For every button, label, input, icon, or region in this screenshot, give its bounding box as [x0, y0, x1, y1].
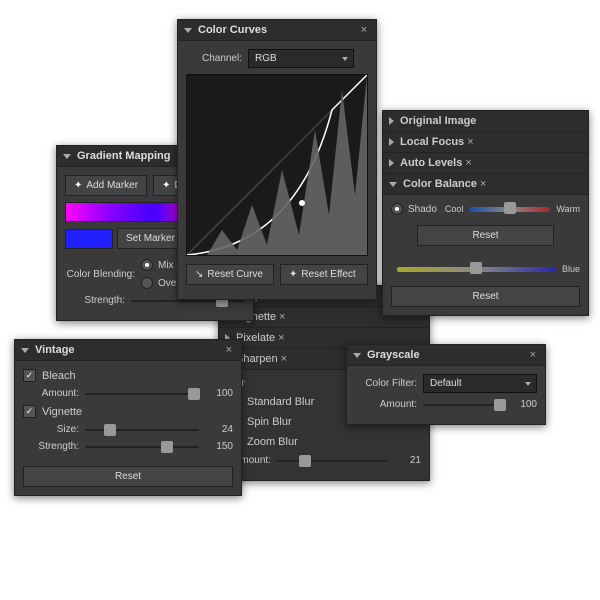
- panel-header[interactable]: Grayscale ×: [347, 345, 545, 366]
- slider-value: 21: [393, 455, 421, 466]
- chevron-right-icon: [389, 138, 394, 146]
- reset-curve-button[interactable]: ↘ Reset Curve: [186, 264, 274, 285]
- accordion-auto-levels[interactable]: Auto Levels ×: [383, 153, 588, 174]
- slider-value: 100: [205, 388, 233, 399]
- checkbox-label: Bleach: [42, 370, 76, 382]
- close-icon[interactable]: ×: [358, 24, 370, 36]
- chevron-right-icon: [389, 159, 394, 167]
- close-icon[interactable]: ×: [276, 311, 288, 323]
- blur-amount-slider[interactable]: 21: [277, 455, 421, 466]
- close-icon[interactable]: ×: [527, 349, 539, 361]
- overlay-radio[interactable]: [141, 277, 153, 289]
- blur-label: Standard Blur: [247, 396, 314, 408]
- slider-value: 24: [205, 424, 233, 435]
- panel-title: Grayscale: [367, 349, 527, 361]
- bleach-checkbox[interactable]: [23, 369, 36, 382]
- vintage-panel: Vintage × Bleach Amount: 100 Vignette Si…: [14, 339, 242, 496]
- button-label: Reset: [115, 471, 141, 482]
- warm-label: Warm: [556, 204, 580, 214]
- panel-header[interactable]: Color Curves ×: [178, 20, 376, 41]
- slider-value: 100: [509, 399, 537, 410]
- strength-label: Strength:: [23, 441, 79, 452]
- chevron-down-icon: [21, 348, 29, 353]
- blur-label: Spin Blur: [247, 416, 292, 428]
- shadow-radio[interactable]: [391, 203, 403, 215]
- color-filter-select[interactable]: Default: [423, 374, 537, 393]
- reset-button[interactable]: Reset: [417, 225, 554, 246]
- yellow-blue-slider[interactable]: [397, 267, 556, 272]
- blend-label: Color Blending:: [65, 269, 135, 280]
- reset-effect-button[interactable]: ✦ Reset Effect: [280, 264, 368, 285]
- grayscale-amount-slider[interactable]: 100: [423, 399, 537, 410]
- channel-select[interactable]: RGB: [248, 49, 354, 68]
- reset-button-2[interactable]: Reset: [391, 286, 580, 307]
- channel-label: Channel:: [186, 53, 242, 64]
- bleach-amount-slider[interactable]: 100: [85, 388, 233, 399]
- close-icon[interactable]: ×: [462, 157, 474, 169]
- blur-label: Zoom Blur: [247, 436, 298, 448]
- cool-label: Cool: [445, 204, 464, 214]
- button-label: Reset Curve: [207, 269, 263, 280]
- cool-warm-slider[interactable]: [469, 207, 550, 212]
- filter-label: Color Filter:: [355, 378, 417, 389]
- close-icon[interactable]: ×: [464, 136, 476, 148]
- chevron-down-icon: [184, 28, 192, 33]
- chevron-down-icon: [353, 353, 361, 358]
- close-icon[interactable]: ×: [275, 332, 287, 344]
- accordion-label: Original Image: [400, 115, 476, 127]
- marker-color-swatch[interactable]: [65, 229, 113, 249]
- slider-value: 150: [205, 441, 233, 452]
- add-marker-button[interactable]: ✦ Add Marker: [65, 175, 147, 196]
- close-icon[interactable]: ×: [477, 178, 489, 190]
- accordion-original[interactable]: Original Image: [383, 111, 588, 132]
- amount-label: Amount:: [23, 388, 79, 399]
- accordion-local-focus[interactable]: Local Focus ×: [383, 132, 588, 153]
- amount-label: Amount:: [355, 399, 417, 410]
- star-icon: ✦: [74, 180, 82, 191]
- color-curves-panel: Color Curves × Channel: RGB ↘ Reset Curv…: [177, 19, 377, 300]
- accordion-color-balance[interactable]: Color Balance ×: [383, 174, 588, 195]
- accordion-label: Color Balance: [403, 178, 477, 190]
- shadow-label: Shado: [408, 204, 437, 215]
- button-label: Add Marker: [86, 180, 138, 191]
- close-icon[interactable]: ×: [278, 353, 290, 365]
- size-label: Size:: [23, 424, 79, 435]
- grayscale-panel: Grayscale × Color Filter: Default Amount…: [346, 344, 546, 425]
- star-icon: ✦: [162, 180, 170, 191]
- chevron-down-icon: [389, 182, 397, 187]
- button-label: Reset Effect: [301, 269, 355, 280]
- panel-header[interactable]: Vintage ×: [15, 340, 241, 361]
- panel-title: Vintage: [35, 344, 223, 356]
- vignette-strength-slider[interactable]: 150: [85, 441, 233, 452]
- color-balance-panel: Original Image Local Focus × Auto Levels…: [382, 110, 589, 316]
- zoom-blur-option[interactable]: ✦ Zoom Blur: [227, 435, 421, 449]
- accordion-label: Sharpen: [236, 353, 278, 365]
- checkbox-label: Vignette: [42, 406, 82, 418]
- star-icon: ✦: [289, 269, 297, 280]
- accordion-label: Local Focus: [400, 136, 464, 148]
- accordion-label: Auto Levels: [400, 157, 462, 169]
- select-value: Default: [430, 378, 462, 389]
- chevron-right-icon: [389, 117, 394, 125]
- button-label: Reset: [472, 291, 498, 302]
- mix-radio[interactable]: [141, 259, 153, 271]
- chevron-down-icon: [63, 154, 71, 159]
- vignette-size-slider[interactable]: 24: [85, 424, 233, 435]
- vignette-checkbox[interactable]: [23, 405, 36, 418]
- select-value: RGB: [255, 53, 277, 64]
- panel-title: Color Curves: [198, 24, 358, 36]
- blue-label: Blue: [562, 264, 580, 274]
- button-label: Reset: [472, 230, 498, 241]
- close-icon[interactable]: ×: [223, 344, 235, 356]
- curves-graph[interactable]: [186, 74, 368, 256]
- reset-button[interactable]: Reset: [23, 466, 233, 487]
- arrow-icon: ↘: [195, 269, 203, 280]
- strength-label: Strength:: [65, 295, 125, 306]
